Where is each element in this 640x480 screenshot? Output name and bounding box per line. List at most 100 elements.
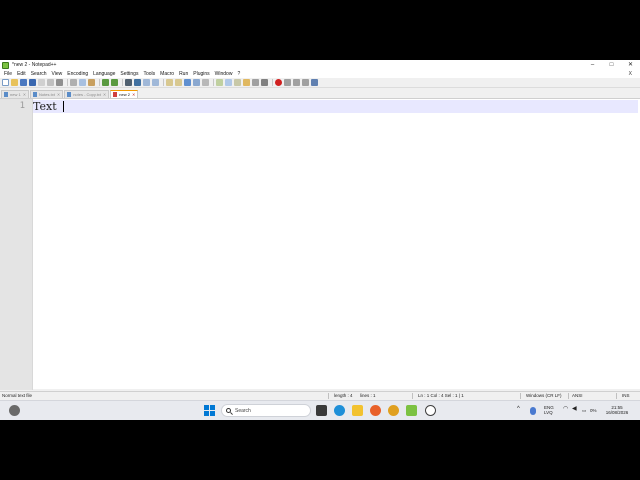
start-button[interactable] bbox=[204, 405, 215, 416]
tab-close-icon[interactable]: ✕ bbox=[23, 91, 26, 98]
start-tile bbox=[204, 411, 209, 416]
menu-encoding[interactable]: Encoding bbox=[67, 70, 88, 78]
close-all-icon[interactable] bbox=[47, 79, 54, 86]
line-number-gutter: 1 bbox=[0, 99, 33, 390]
replace-icon[interactable] bbox=[134, 79, 141, 86]
menu-plugins[interactable]: Plugins bbox=[193, 70, 209, 78]
new-file-icon[interactable] bbox=[2, 79, 9, 86]
toolbar bbox=[0, 78, 640, 88]
document-icon bbox=[67, 92, 72, 97]
tab-close-icon[interactable]: ✕ bbox=[103, 91, 106, 98]
close-button[interactable]: ✕ bbox=[621, 60, 640, 70]
save-icon[interactable] bbox=[20, 79, 27, 86]
menu-macro[interactable]: Macro bbox=[160, 70, 174, 78]
print-icon[interactable] bbox=[56, 79, 63, 86]
minimize-button[interactable]: – bbox=[583, 60, 602, 70]
doc-icon[interactable] bbox=[261, 79, 268, 86]
task-view-icon[interactable] bbox=[316, 405, 327, 416]
chevron-up-icon[interactable]: ^ bbox=[517, 406, 520, 412]
play-icon[interactable] bbox=[293, 79, 300, 86]
editor-line-text[interactable]: Text bbox=[33, 100, 57, 113]
firefox-icon[interactable] bbox=[370, 405, 381, 416]
document-tabs: new 1 ✕ Notes.txt ✕ notes - Copy.txt ✕ n… bbox=[0, 89, 640, 98]
start-tile bbox=[210, 405, 215, 410]
toolbar-separator bbox=[213, 79, 214, 86]
paste-icon[interactable] bbox=[88, 79, 95, 86]
menu-run[interactable]: Run bbox=[179, 70, 188, 78]
menu-search[interactable]: Search bbox=[31, 70, 47, 78]
all-chars-icon[interactable] bbox=[193, 79, 200, 86]
menu-tools[interactable]: Tools bbox=[143, 70, 155, 78]
menu-help[interactable]: ? bbox=[237, 70, 240, 78]
record-icon[interactable] bbox=[275, 79, 282, 86]
status-separator bbox=[412, 393, 413, 399]
edge-icon[interactable] bbox=[334, 405, 345, 416]
indent-guide-icon[interactable] bbox=[202, 79, 209, 86]
lang-icon[interactable] bbox=[216, 79, 223, 86]
settings-icon[interactable] bbox=[425, 405, 436, 416]
tab-label: new 2 bbox=[119, 92, 130, 97]
copy-icon[interactable] bbox=[79, 79, 86, 86]
tab-close-icon[interactable]: ✕ bbox=[57, 91, 60, 98]
redo-icon[interactable] bbox=[111, 79, 118, 86]
function-list-icon[interactable] bbox=[234, 79, 241, 86]
search-icon bbox=[226, 408, 231, 413]
status-eol: Windows (CR LF) bbox=[526, 393, 562, 398]
tab-notes[interactable]: Notes.txt ✕ bbox=[30, 90, 64, 98]
close-document-button[interactable]: X bbox=[629, 70, 632, 78]
microphone-icon[interactable] bbox=[530, 407, 536, 415]
notepad-plus-plus-taskbar-icon[interactable] bbox=[406, 405, 417, 416]
wifi-icon[interactable]: ◠ bbox=[563, 406, 568, 412]
taskbar-search[interactable]: Search bbox=[221, 404, 311, 417]
save-all-icon[interactable] bbox=[29, 79, 36, 86]
battery-icon[interactable]: ▭ bbox=[582, 408, 586, 413]
cut-icon[interactable] bbox=[70, 79, 77, 86]
menu-view[interactable]: View bbox=[52, 70, 63, 78]
keyboard-layout: LVQ bbox=[544, 410, 553, 415]
folder-icon[interactable] bbox=[243, 79, 250, 86]
menu-edit[interactable]: Edit bbox=[17, 70, 26, 78]
toolbar-separator bbox=[163, 79, 164, 86]
sync-v-icon[interactable] bbox=[166, 79, 173, 86]
toolbar-separator bbox=[67, 79, 68, 86]
stop-icon[interactable] bbox=[284, 79, 291, 86]
status-encoding: ANSI bbox=[572, 393, 583, 398]
undo-icon[interactable] bbox=[102, 79, 109, 86]
zoom-out-icon[interactable] bbox=[152, 79, 159, 86]
word-wrap-icon[interactable] bbox=[184, 79, 191, 86]
find-icon[interactable] bbox=[125, 79, 132, 86]
menu-window[interactable]: Window bbox=[215, 70, 233, 78]
open-file-icon[interactable] bbox=[11, 79, 18, 86]
notepad-plus-plus-icon bbox=[2, 61, 9, 69]
widgets-icon[interactable] bbox=[9, 405, 20, 416]
maximize-button[interactable]: □ bbox=[602, 60, 621, 70]
document-icon bbox=[33, 92, 38, 97]
window-title: *new 2 - Notepad++ bbox=[12, 62, 57, 68]
save-macro-icon[interactable] bbox=[311, 79, 318, 86]
speaker-icon[interactable]: ◀ bbox=[572, 406, 577, 412]
tab-label: notes - Copy.txt bbox=[73, 92, 101, 97]
file-explorer-icon[interactable] bbox=[352, 405, 363, 416]
zoom-in-icon[interactable] bbox=[143, 79, 150, 86]
chrome-icon[interactable] bbox=[388, 405, 399, 416]
tab-new-2[interactable]: new 2 ✕ bbox=[110, 90, 139, 98]
menu-language[interactable]: Language bbox=[93, 70, 115, 78]
clock[interactable]: 21:55 16/08/2026 bbox=[603, 405, 631, 417]
text-editor[interactable]: 1 Text bbox=[0, 98, 640, 390]
menu-settings[interactable]: Settings bbox=[120, 70, 138, 78]
menu-file[interactable]: File bbox=[4, 70, 12, 78]
monitor-icon[interactable] bbox=[252, 79, 259, 86]
language-indicator[interactable]: ENG LVQ bbox=[542, 405, 558, 417]
play-multi-icon[interactable] bbox=[302, 79, 309, 86]
text-caret bbox=[63, 101, 64, 112]
start-tile bbox=[204, 405, 209, 410]
title-bar: *new 2 - Notepad++ – □ ✕ bbox=[0, 60, 640, 70]
tab-new-1[interactable]: new 1 ✕ bbox=[1, 90, 30, 98]
map-icon[interactable] bbox=[225, 79, 232, 86]
tab-close-icon[interactable]: ✕ bbox=[132, 91, 135, 98]
battery-percent: 0% bbox=[590, 408, 597, 413]
tab-notes-copy[interactable]: notes - Copy.txt ✕ bbox=[64, 90, 110, 98]
close-icon[interactable] bbox=[38, 79, 45, 86]
sync-h-icon[interactable] bbox=[175, 79, 182, 86]
toolbar-separator bbox=[122, 79, 123, 86]
